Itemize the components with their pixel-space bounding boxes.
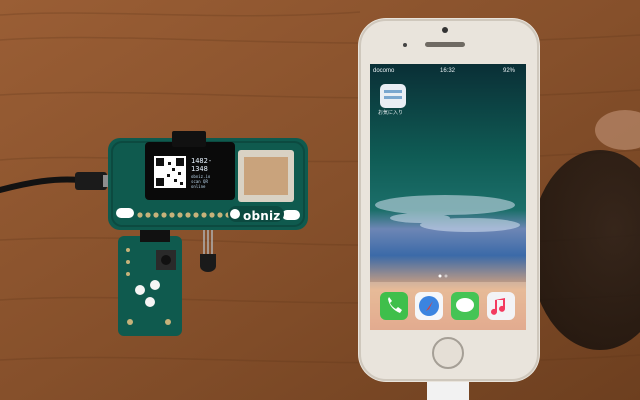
front-camera [442,27,448,33]
board-button-right [282,210,300,220]
sensor-board [118,230,182,336]
photo-scene: 1482-1348 obniz.io scan QR online obniz … [0,0,640,400]
earpiece [425,42,465,47]
obniz-brand: obniz [243,209,281,223]
led-2 [150,280,160,290]
led-3 [145,297,155,307]
status-time: 16:32 [440,68,456,74]
home-button[interactable] [432,337,464,369]
scene-svg [0,0,640,400]
lightning-cable [427,382,469,400]
music-icon[interactable] [487,292,515,320]
board-button-left [116,208,134,218]
oled-small-text: obniz.io scan QR online [191,174,211,189]
led-1 [135,285,145,295]
phone-icon[interactable] [380,292,408,320]
status-carrier: docomo [373,68,395,74]
favorites-app-label: お気に入り [378,110,404,116]
oled-device-id: 1482-1348 [191,157,213,173]
status-battery: 92% [503,68,516,74]
usb-plug [75,172,107,190]
